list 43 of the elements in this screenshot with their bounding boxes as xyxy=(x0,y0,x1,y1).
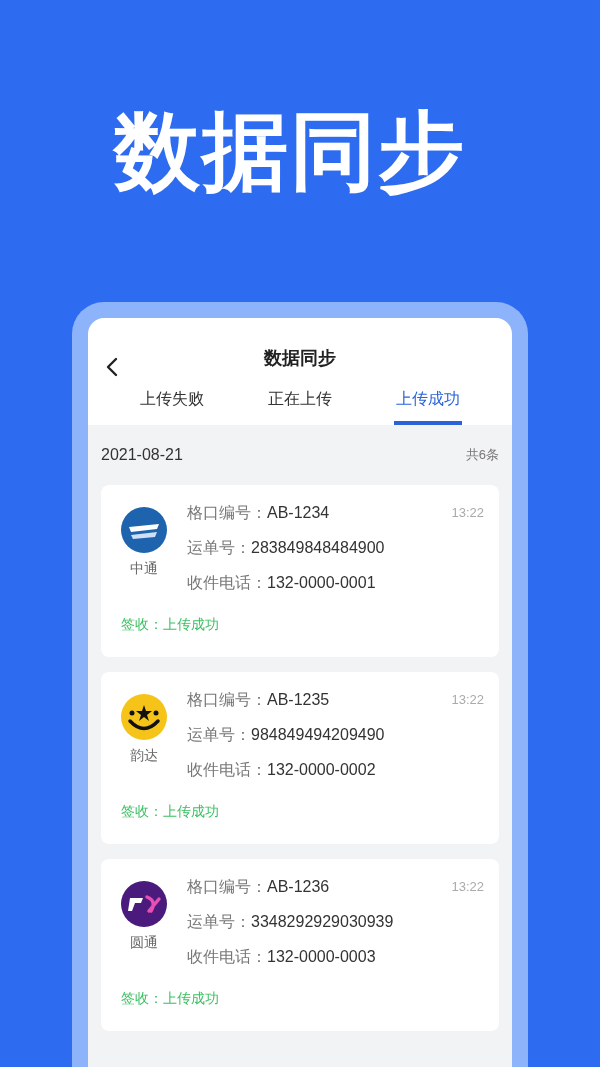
field-value: AB-1234 xyxy=(267,504,330,521)
field-label: 收件电话： xyxy=(187,761,267,778)
field-label: 运单号： xyxy=(187,726,251,743)
record-card[interactable]: 圆通 格口编号：AB-1236 运单号：3348292929030939 收件电话：132-0000-0003 13:22 签收：上传成功 xyxy=(101,859,499,1031)
status-value: 上传成功 xyxy=(163,990,219,1006)
smiley-icon xyxy=(121,694,167,740)
headline: 数据同步 xyxy=(111,102,467,201)
carrier-name: 韵达 xyxy=(130,746,158,765)
status-value: 上传成功 xyxy=(163,803,219,819)
logo-icon xyxy=(121,507,167,553)
field-label: 格口编号： xyxy=(187,691,267,708)
time-label: 13:22 xyxy=(451,691,484,709)
record-count: 共6条 xyxy=(465,446,499,464)
field-value: 132-0000-0002 xyxy=(267,761,376,778)
carrier-name: 圆通 xyxy=(130,933,158,952)
status-label: 签收： xyxy=(121,803,163,819)
field-value: 132-0000-0003 xyxy=(267,948,376,965)
record-card[interactable]: 韵达 格口编号：AB-1235 运单号：984849494209490 收件电话：132-0000-0002 13:22 签收：上传成功 xyxy=(101,672,499,844)
status-label: 签收： xyxy=(121,616,163,632)
field-label: 收件电话： xyxy=(187,948,267,965)
record-card[interactable]: 中通 格口编号：AB-1234 运单号：283849848484900 收件电话：132-0000-0001 13:22 签收：上传成功 xyxy=(101,485,499,657)
field-label: 运单号： xyxy=(187,913,251,930)
back-icon[interactable] xyxy=(105,357,119,377)
tab[interactable]: 正在上传 xyxy=(266,378,334,425)
field-label: 运单号： xyxy=(187,539,251,556)
field-value: 132-0000-0001 xyxy=(267,574,376,591)
field-value: AB-1235 xyxy=(267,691,330,708)
status-label: 签收： xyxy=(121,990,163,1006)
field-value: 984849494209490 xyxy=(251,726,385,743)
field-value: 283849848484900 xyxy=(251,539,385,556)
field-label: 格口编号： xyxy=(187,504,267,521)
field-label: 收件电话： xyxy=(187,574,267,591)
screen-title: 数据同步 xyxy=(264,347,336,370)
carrier-name: 中通 xyxy=(130,559,158,578)
status-value: 上传成功 xyxy=(163,616,219,632)
time-label: 13:22 xyxy=(451,504,484,522)
field-value: AB-1236 xyxy=(267,878,330,895)
field-value: 3348292929030939 xyxy=(251,913,394,930)
logo-icon xyxy=(121,881,167,927)
tab[interactable]: 上传失败 xyxy=(138,378,206,425)
field-label: 格口编号： xyxy=(187,878,267,895)
date-label: 2021-08-21 xyxy=(101,446,183,464)
time-label: 13:22 xyxy=(451,878,484,896)
